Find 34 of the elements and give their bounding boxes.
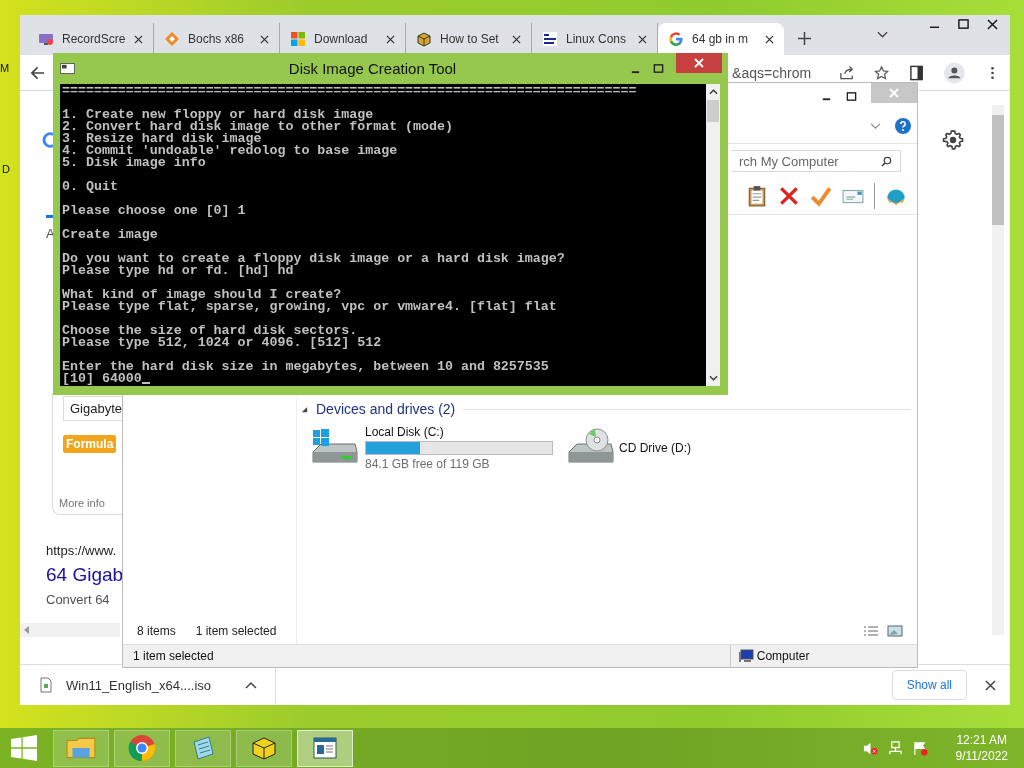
console-line: Choose the size of hard disk sectors. — [62, 325, 358, 337]
console-line: Enter the hard disk size in megabytes, between 10 and 8257535 — [62, 361, 549, 373]
console-line: ======================================================================== — [62, 85, 637, 97]
status-text: 1 item selected — [133, 649, 214, 663]
console-line: [10] 64000 — [62, 373, 142, 385]
console-line: Create image — [62, 229, 158, 241]
console-line: Please type 512, 1024 or 4096. [512] 512 — [62, 337, 382, 349]
tab-title: 64 gb in m — [692, 32, 750, 46]
console-line: Do you want to create a floppy disk image or a hard disk image? — [62, 253, 565, 265]
tab-title: RecordScre — [62, 32, 126, 46]
console-line: Please type hd or fd. [hd] hd — [62, 265, 294, 277]
console-line: 1. Create new floppy or hard disk image — [62, 109, 374, 121]
console-line: Please choose one [0] 1 — [62, 205, 246, 217]
console-line: 0. Quit — [62, 181, 118, 193]
console-line: 2. Convert hard disk image to other format (mode) — [62, 121, 453, 133]
tab-title: How to Set — [440, 32, 500, 46]
tab-title: Download — [314, 32, 369, 46]
location-text: Computer — [756, 649, 810, 663]
result-snippet: Convert 64 — [46, 592, 110, 607]
free-space-text: 84.1 GB free of 119 GB — [365, 457, 491, 471]
console-line: 3. Resize hard disk image — [62, 133, 262, 145]
console-line: Please type flat, sparse, growing, vpc or vmware4. [flat] flat — [62, 301, 557, 313]
console-line: 4. Commit 'undoable' redolog to base image — [62, 145, 398, 157]
selection-count: 1 item selected — [195, 624, 277, 638]
desktop-icon-label: M — [0, 62, 10, 74]
tab-title: Bochs x86 — [188, 32, 246, 46]
tab-title: Linux Cons — [566, 32, 628, 46]
desktop-icon-label: D — [2, 163, 10, 175]
window-title: Disk Image Creation Tool — [287, 60, 458, 77]
result-url: https://www. — [46, 543, 117, 558]
item-count: 8 items — [137, 624, 176, 638]
console-line: What kind of image should I create? — [62, 289, 342, 301]
console-line: 5. Disk image info — [62, 157, 206, 169]
formula-badge: Formula — [63, 435, 117, 453]
